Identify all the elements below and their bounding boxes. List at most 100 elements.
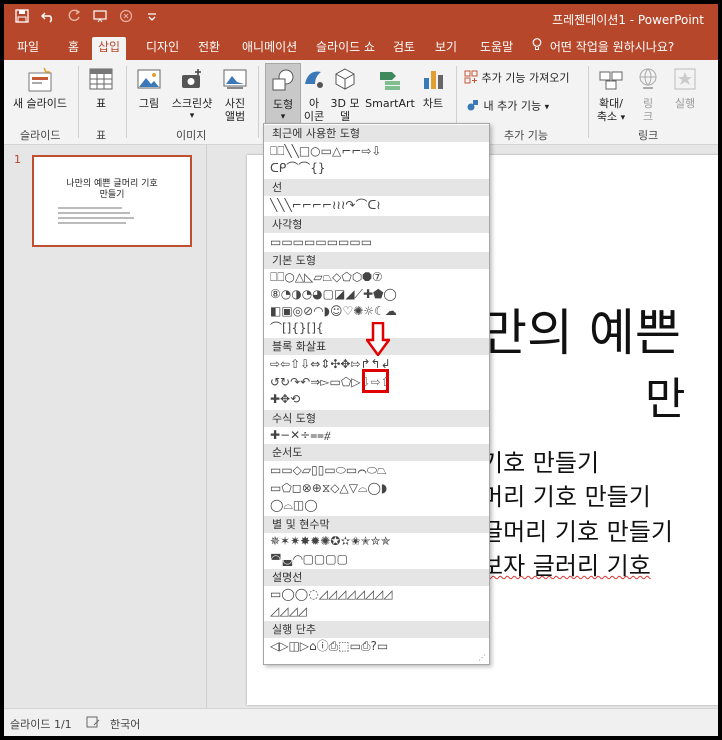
- screenshot-label: 스크린샷: [171, 97, 213, 110]
- shape-row-recent[interactable]: ⎕⎕╲╲□○▭△⌐⌐⇨⇩: [270, 144, 381, 159]
- shape-row-stars-2[interactable]: ◚◛◜◝▢▢▢▢: [270, 552, 348, 567]
- shape-row-equation[interactable]: ✚−✕÷⩵⧣: [270, 428, 331, 443]
- shape-row-recent-1[interactable]: ⎕⎕╲╲□○▭△⌐⌐⇨⇩: [270, 144, 381, 159]
- shape-row-flowchart[interactable]: ▭▭◇▱▯▯▭⬭▭⌒⬭⏢: [270, 463, 387, 478]
- shape-row-basic-4[interactable]: ⌒[]{}[]{: [270, 321, 324, 336]
- tab-home[interactable]: 홈: [62, 37, 85, 60]
- redo-icon[interactable]: [66, 9, 82, 27]
- undo-icon[interactable]: [40, 9, 56, 27]
- shape-row-lines-1[interactable]: ╲╲╲⌐⌐⌐⌐≀≀≀↷⌒ᑕ≀: [270, 198, 381, 213]
- slide-bullet[interactable]: 보자 글러리 기호: [481, 546, 651, 581]
- shape-row-recent[interactable]: ᑕᑭ⌒⌒{}: [270, 161, 326, 176]
- table-button[interactable]: 표: [84, 66, 118, 110]
- shape-row-flowchart-3[interactable]: ◯⌓◫◯: [270, 498, 318, 513]
- slide-title-line-2[interactable]: 만: [645, 363, 685, 427]
- window-title: 프레젠테이션1 - PowerPoint: [552, 13, 704, 27]
- shape-row-basic[interactable]: ⑧◔◑◔◕▢◪◢⟋✚⬟◯: [270, 287, 397, 302]
- shape-row-action-buttons[interactable]: ◁▷◫▷⌂ⓘ⎙⬚▭⎙?▭: [270, 639, 388, 654]
- thumbnail-title: 나만의 예쁜 글머리 기호 만들기: [34, 179, 190, 201]
- slide-count-indicator: 슬라이드 1/1: [10, 718, 72, 731]
- category-rectangles: 사각형: [264, 216, 489, 233]
- tab-design[interactable]: 디자인: [140, 37, 185, 60]
- tab-review[interactable]: 검토: [387, 37, 421, 60]
- shape-row-flowchart-1[interactable]: ▭▭◇▱▯▯▭⬭▭⌒⬭⏢: [270, 463, 387, 478]
- touch-mode-icon[interactable]: [118, 9, 134, 27]
- shape-row-lines[interactable]: ╲╲╲⌐⌐⌐⌐≀≀≀↷⌒ᑕ≀: [270, 198, 381, 213]
- icons-button[interactable]: 아 이콘: [301, 66, 327, 123]
- chart-label: 차트: [422, 97, 444, 110]
- tab-slide-show[interactable]: 슬라이드 쇼: [310, 37, 381, 60]
- slide-title-line-1[interactable]: 만의 예쁜: [481, 293, 681, 365]
- screenshot-button[interactable]: 스크린샷 ▾: [168, 66, 216, 123]
- table-icon: [88, 66, 114, 94]
- status-bar: 슬라이드 1/1 한국어: [4, 708, 718, 736]
- tab-insert[interactable]: 삽입: [92, 37, 127, 60]
- slide-bullet[interactable]: 기호 만들기: [481, 443, 599, 478]
- link-label-2: 크: [642, 110, 654, 123]
- tab-transitions[interactable]: 전환: [192, 37, 226, 60]
- shape-row-flowchart-2[interactable]: ▭⬠◻⊗⊕⧖◇△▽⌓◯◗: [270, 481, 387, 496]
- shapes-icon: [270, 67, 296, 95]
- group-label-images: 이미지: [176, 129, 207, 142]
- shape-row-basic-2[interactable]: ⑧◔◑◔◕▢◪◢⟋✚⬟◯: [270, 287, 397, 302]
- link-label-1: 링: [642, 97, 654, 110]
- shape-row-stars-1[interactable]: ✵✶✷✸✹✺✪✫✬✭✮✯: [270, 534, 391, 549]
- shape-row-rectangles[interactable]: ▭▭▭▭▭▭▭▭▭: [270, 235, 372, 250]
- tab-file[interactable]: 파일: [11, 37, 45, 60]
- 3d-cube-icon: [332, 66, 358, 94]
- shape-row-callouts-2[interactable]: ◿◿◿◿: [270, 604, 307, 619]
- picture-button[interactable]: 그림: [132, 66, 166, 110]
- 3d-models-label-2: 델: [339, 110, 351, 123]
- get-addins-button[interactable]: 추가 기능 가져오기: [464, 70, 569, 87]
- shape-row-recent-2[interactable]: ᑕᑭ⌒⌒{}: [270, 161, 326, 176]
- slide-thumbnail[interactable]: 나만의 예쁜 글머리 기호 만들기: [32, 155, 192, 247]
- category-action-buttons: 실행 단추: [264, 621, 489, 638]
- shape-row-callouts[interactable]: ◿◿◿◿: [270, 604, 307, 619]
- 3d-models-button[interactable]: 3D 모 델: [330, 66, 360, 123]
- thumbnail-title-line-1: 나만의 예쁜 글머리 기호: [66, 179, 158, 189]
- tell-me-box[interactable]: 어떤 작업을 원하시나요?: [532, 38, 674, 55]
- shapes-label: 도형: [272, 98, 294, 111]
- shape-row-equation-1[interactable]: ✚−✕÷⩵⧣: [270, 428, 331, 443]
- shape-row-flowchart[interactable]: ▭⬠◻⊗⊕⧖◇△▽⌓◯◗: [270, 481, 387, 496]
- shape-row-flowchart[interactable]: ◯⌓◫◯: [270, 498, 318, 513]
- shape-row-basic-3[interactable]: ◧▣◎⊘◠◗☺♡✺☼☾☁: [270, 304, 397, 319]
- chart-button[interactable]: 차트: [420, 66, 446, 110]
- action-button[interactable]: 실행: [668, 66, 702, 110]
- start-from-beginning-icon[interactable]: [92, 9, 108, 27]
- slide-bullet[interactable]: 머리 기호 만들기: [481, 477, 651, 512]
- language-indicator[interactable]: 한국어: [110, 716, 140, 732]
- slide-bullet[interactable]: 글머리 기호 만들기: [481, 512, 673, 547]
- photo-album-button[interactable]: 사진 앨범: [218, 66, 252, 123]
- photo-album-icon: [222, 66, 248, 94]
- tab-animations[interactable]: 애니메이션: [236, 37, 303, 60]
- shape-row-basic[interactable]: ⎕⎕○△◺▱⏢◇⬠⬡⯃⑦: [270, 270, 383, 285]
- shape-row-callouts[interactable]: ▭◯◯◌◿◿◿◿◿◿◿◿: [270, 587, 393, 602]
- shape-row-block-arrows-3[interactable]: ✚✥⟲: [270, 392, 300, 407]
- link-button[interactable]: 링 크: [632, 66, 664, 123]
- new-slide-button[interactable]: 새 슬라이드: [10, 66, 70, 110]
- shape-row-basic[interactable]: ⌒[]{}[]{: [270, 321, 324, 336]
- shape-row-basic[interactable]: ◧▣◎⊘◠◗☺♡✺☼☾☁: [270, 304, 397, 319]
- smartart-button[interactable]: SmartArt: [362, 66, 418, 110]
- shape-row-callouts-1[interactable]: ▭◯◯◌◿◿◿◿◿◿◿◿: [270, 587, 393, 602]
- tab-help[interactable]: 도움말: [474, 37, 519, 60]
- shape-row-block-arrows[interactable]: ✚✥⟲: [270, 392, 300, 407]
- action-star-icon: [672, 66, 698, 94]
- shape-row-stars[interactable]: ◚◛◜◝▢▢▢▢: [270, 552, 348, 567]
- customize-qat-icon[interactable]: [144, 9, 160, 27]
- group-divider: [126, 66, 127, 138]
- shapes-button[interactable]: 도형 ▾: [265, 63, 301, 125]
- group-divider: [258, 66, 259, 138]
- shape-row-stars[interactable]: ✵✶✷✸✹✺✪✫✬✭✮✯: [270, 534, 391, 549]
- shape-row-action-buttons-1[interactable]: ◁▷◫▷⌂ⓘ⎙⬚▭⎙?▭: [270, 639, 388, 654]
- tab-view[interactable]: 보기: [429, 37, 463, 60]
- spelling-check-icon[interactable]: [86, 716, 100, 731]
- resize-grip-icon[interactable]: ⋰: [478, 653, 486, 662]
- zoom-button[interactable]: 확대/ 축소 ▾: [594, 66, 628, 125]
- icons-label-2: 이콘: [303, 110, 325, 123]
- shape-row-rectangles-1[interactable]: ▭▭▭▭▭▭▭▭▭: [270, 235, 372, 250]
- shape-row-basic-1[interactable]: ⎕⎕○△◺▱⏢◇⬠⬡⯃⑦: [270, 270, 383, 285]
- my-addins-button[interactable]: 내 추가 기능 ▾: [466, 98, 549, 115]
- save-icon[interactable]: [14, 9, 30, 27]
